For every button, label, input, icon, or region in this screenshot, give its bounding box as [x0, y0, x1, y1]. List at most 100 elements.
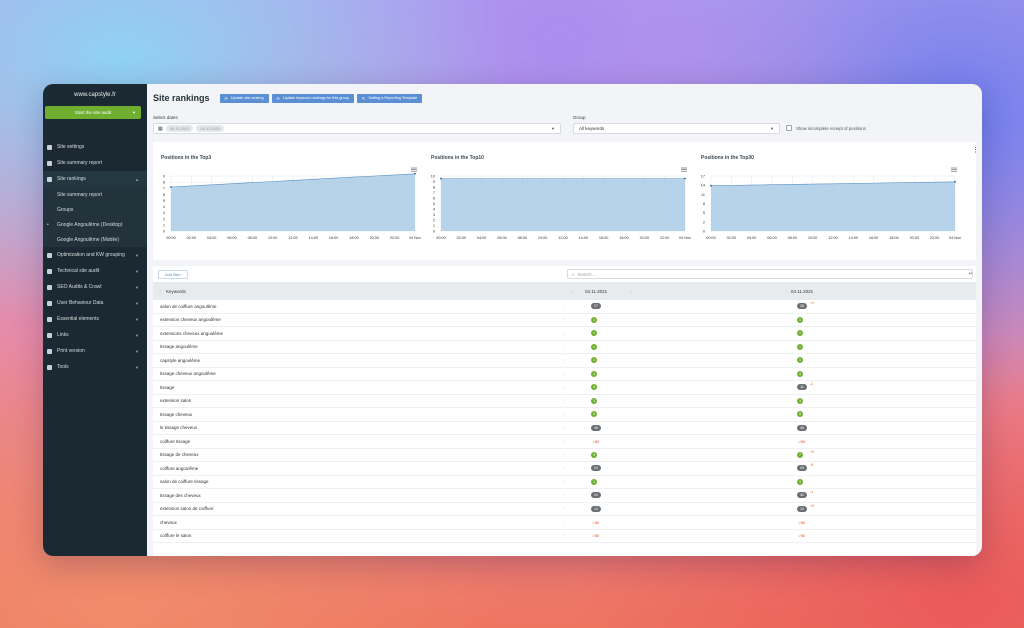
reporting-template-button[interactable]: ⇱ Setting a Reporting Template: [357, 93, 423, 103]
row-menu-icon[interactable]: ⋮: [562, 479, 566, 484]
chevron-down-icon[interactable]: ▼: [132, 110, 136, 115]
sidebar-item-site-settings[interactable]: Site settings: [43, 139, 147, 155]
sidebar-item-essential[interactable]: Essential elements ▼: [43, 311, 147, 327]
y-tick-label: 0: [433, 230, 435, 234]
y-tick-label: 6: [433, 197, 435, 201]
sort-icon[interactable]: ⋮: [629, 289, 633, 294]
sidebar-item-site-summary[interactable]: Site summary report: [43, 155, 147, 171]
sidebar-item-user-behaviour[interactable]: User Behaviour Data ▼: [43, 295, 147, 311]
row-menu-icon[interactable]: ⋮: [562, 506, 566, 511]
sidebar-item-label: Google Angoulême (Desktop): [57, 221, 123, 228]
row-menu-icon[interactable]: ⋮: [562, 398, 566, 403]
table-row[interactable]: tissage des cheveux ⋮ 41 42 -1: [153, 489, 976, 503]
update-site-ranking-button[interactable]: ⟳ Update site ranking: [219, 93, 269, 103]
table-row[interactable]: extension salon de coiffure ⋮ 14 12 +2: [153, 503, 976, 516]
table-row[interactable]: extension salon ⋮ 3 3: [153, 395, 976, 408]
more-options-icon[interactable]: ⋮: [972, 147, 979, 154]
group-select[interactable]: All keywords ▼: [573, 123, 780, 134]
row-menu-icon[interactable]: ⋮: [562, 452, 566, 457]
sidebar-item-site-rankings[interactable]: Site rankings ▲: [43, 171, 147, 187]
main-content: Site rankings ⟳ Update site ranking ⟳ Upda…: [147, 84, 982, 556]
enter-icon[interactable]: ↵: [969, 271, 973, 277]
sidebar-item-technical-audit[interactable]: Technical site audit ▼: [43, 263, 147, 279]
position-badge: 41: [591, 492, 601, 499]
checkbox-box[interactable]: [786, 125, 792, 131]
y-tick-label: 4: [433, 208, 435, 212]
charts-panel: ⋮ Positions in the Top3 9 8 7 6 5 4 3 2 1 0 00:00 0…: [153, 142, 979, 260]
table-row[interactable]: salon de coiffure angoulême ⋮ 27 26 +1: [153, 300, 976, 314]
start-audit-button[interactable]: Start the site audit ▼: [45, 106, 141, 119]
incomplete-positions-checkbox[interactable]: Show incomplete receipt of positions: [786, 125, 866, 131]
chart-menu-icon[interactable]: [951, 167, 957, 172]
table-row[interactable]: tissage angoulême ⋮ 1 1: [153, 341, 976, 354]
keyword-cell: salon de coiffure angoulême: [160, 303, 217, 309]
col-date1[interactable]: 03.11.2021: [585, 289, 607, 294]
sort-icon[interactable]: ⋮: [158, 289, 162, 294]
row-menu-icon[interactable]: ⋮: [562, 331, 566, 336]
table-row[interactable]: tissage cheveux ⋮ 5 5: [153, 408, 976, 422]
search-icon: [47, 176, 52, 182]
table-row[interactable]: coiffure le salon ⋮ >50 >50: [153, 530, 976, 543]
checkbox-label: Show incomplete receipt of positions: [796, 125, 866, 131]
add-filter-button[interactable]: Add filter: [158, 269, 188, 279]
sidebar-subitem-google-mobile[interactable]: Google Angoulême (Mobile): [43, 232, 147, 247]
sort-icon[interactable]: ⋮: [570, 289, 574, 294]
chart-menu-icon[interactable]: [411, 167, 417, 172]
row-menu-icon[interactable]: ⋮: [562, 412, 566, 417]
update-keyword-rankings-button[interactable]: ⟳ Update keyword rankings for this group: [271, 93, 355, 103]
sidebar-item-seo-audits[interactable]: SEO Audits & Crawl ▼: [43, 279, 147, 295]
row-menu-icon[interactable]: ⋮: [562, 439, 566, 444]
x-tick-label: 16:00: [869, 236, 879, 240]
col-date2[interactable]: 04.11.2021: [791, 289, 813, 294]
position-badge: 5: [797, 411, 803, 418]
y-tick-label: 8: [703, 202, 705, 206]
external-link-icon: ⇱: [362, 95, 366, 101]
search-input[interactable]: ⌕ Search...: [567, 269, 973, 279]
position-badge: 3: [591, 397, 597, 404]
x-tick-label: 12:00: [288, 236, 298, 240]
sidebar-item-links[interactable]: Links ▼: [43, 327, 147, 343]
row-menu-icon[interactable]: ⋮: [562, 425, 566, 430]
date-from-chip[interactable]: 03.11.2021: [165, 125, 194, 132]
sidebar-item-print[interactable]: Print version ▼: [43, 343, 147, 359]
y-tick-label: 2: [433, 219, 435, 223]
row-menu-icon[interactable]: ⋮: [562, 344, 566, 349]
col-keywords[interactable]: Keywords: [166, 289, 186, 294]
table-row[interactable]: tissage cheveux angoulême ⋮ 4 4: [153, 368, 976, 381]
sidebar-item-label: SEO Audits & Crawl: [57, 284, 102, 290]
sidebar-subitem-groups[interactable]: Groups: [43, 202, 147, 217]
sidebar-item-optimization[interactable]: Optimization and KW grouping ▼: [43, 247, 147, 263]
keyword-cell: coiffure tissage: [160, 438, 191, 444]
row-menu-icon[interactable]: ⋮: [562, 466, 566, 471]
sidebar-subitem-summary[interactable]: Site summary report: [43, 187, 147, 202]
table-row[interactable]: cheveux ⋮ >50 >50: [153, 516, 976, 530]
row-menu-icon[interactable]: ⋮: [562, 317, 566, 322]
row-menu-icon[interactable]: ⋮: [562, 371, 566, 376]
app-window: www.capstyle.fr Start the site audit ▼ S…: [43, 84, 982, 556]
row-menu-icon[interactable]: ⋮: [562, 493, 566, 498]
row-menu-icon[interactable]: ⋮: [562, 533, 566, 538]
sidebar-subitem-google-desktop[interactable]: Google Angoulême (Desktop): [43, 217, 147, 232]
row-menu-icon[interactable]: ⋮: [562, 520, 566, 525]
table-row[interactable]: coiffure angoulême ⋮ 24 29 -5: [153, 462, 976, 476]
table-row[interactable]: tissage de cheveux ⋮ 9 7 +2: [153, 449, 976, 462]
sidebar-item-label: Links: [57, 332, 69, 338]
table-row[interactable]: capstyle angoulême ⋮ 1 1: [153, 354, 976, 368]
row-menu-icon[interactable]: ⋮: [562, 304, 566, 309]
date-range-input[interactable]: ▦ 03.11.2021 04.11.2021 ▼: [153, 123, 561, 134]
sidebar-item-label: Site rankings: [57, 176, 86, 182]
table-row[interactable]: coiffure tissage ⋮ >50 >50: [153, 435, 976, 449]
chevron-down-icon[interactable]: ▼: [551, 126, 555, 131]
table-row[interactable]: le tissage cheveux ⋮ 45 45: [153, 422, 976, 435]
row-menu-icon[interactable]: ⋮: [562, 358, 566, 363]
chart-menu-icon[interactable]: [681, 167, 687, 172]
row-menu-icon[interactable]: ⋮: [562, 385, 566, 390]
table-row[interactable]: salon de coiffure tissage ⋮ 1 1: [153, 476, 976, 489]
position-badge: 42: [797, 492, 807, 499]
table-row[interactable]: extension cheveux angoulême ⋮ 1 1: [153, 314, 976, 327]
date-to-chip[interactable]: 04.11.2021: [196, 125, 225, 132]
y-tick-label: 3: [163, 211, 165, 215]
sidebar-item-tools[interactable]: Tools ▼: [43, 359, 147, 375]
table-row[interactable]: tissage ⋮ 9 11 -2: [153, 381, 976, 395]
table-row[interactable]: extensions cheveux angoulême ⋮ 1 1: [153, 327, 976, 341]
